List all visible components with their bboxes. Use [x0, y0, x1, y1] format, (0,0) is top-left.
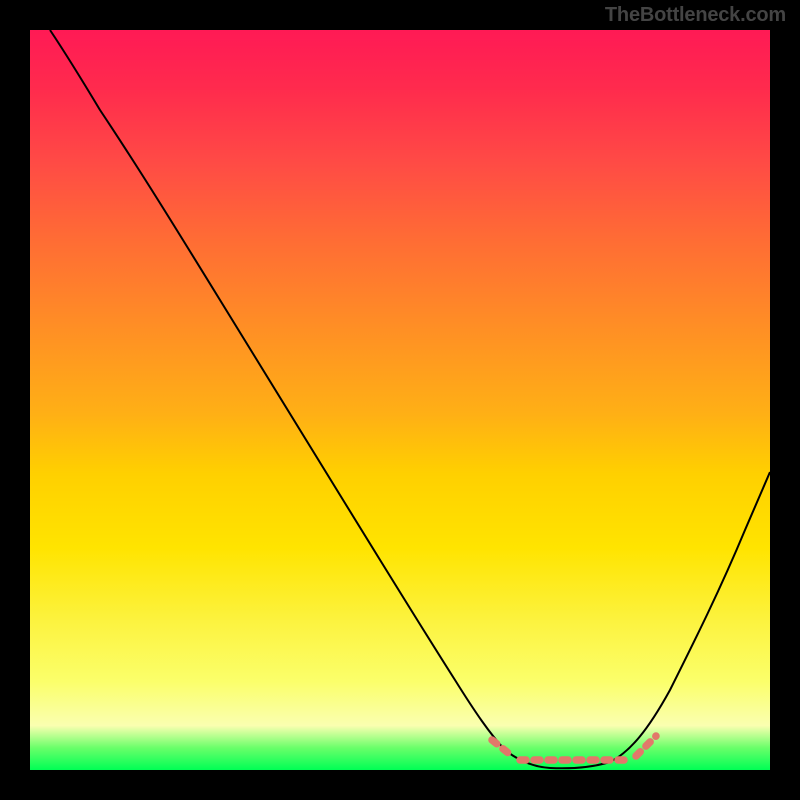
watermark-text: TheBottleneck.com: [605, 4, 786, 27]
curve-svg: [30, 30, 770, 770]
plot-area: [30, 30, 770, 770]
optimal-region-left: [492, 740, 512, 756]
chart-container: TheBottleneck.com: [0, 0, 800, 800]
bottleneck-curve: [50, 30, 770, 768]
